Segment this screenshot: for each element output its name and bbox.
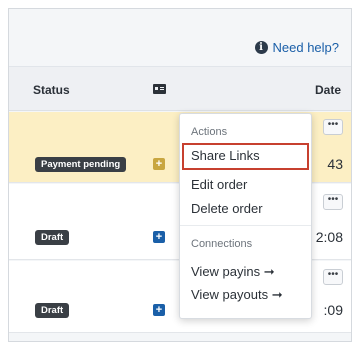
need-help-label: Need help? (272, 40, 340, 55)
id-card-icon (153, 84, 166, 94)
help-bar: i Need help? (9, 9, 351, 67)
status-badge: Draft (35, 230, 70, 245)
date-cell: 2:08 (315, 229, 343, 245)
menu-item-edit-order[interactable]: Edit order (191, 177, 247, 192)
row-more-button[interactable]: ••• (323, 119, 343, 135)
plus-icon[interactable]: + (153, 304, 165, 316)
row-more-button[interactable]: ••• (323, 269, 343, 285)
orders-panel: i Need help? Status Date ••• Payment pen… (8, 8, 352, 342)
menu-item-view-payins[interactable]: View payins ➞ (191, 264, 275, 280)
status-badge: Payment pending (35, 157, 127, 172)
table-header: Status Date (9, 67, 351, 111)
date-cell: 43 (327, 156, 343, 172)
menu-item-delete-order[interactable]: Delete order (191, 201, 263, 216)
menu-section-actions: Actions (191, 126, 228, 138)
menu-item-share-links[interactable]: Share Links (182, 143, 309, 170)
column-header-status[interactable]: Status (33, 83, 70, 97)
menu-item-view-payouts[interactable]: View payouts ➞ (191, 287, 283, 303)
menu-section-connections: Connections (191, 238, 253, 250)
plus-icon[interactable]: + (153, 231, 165, 243)
row-more-button[interactable]: ••• (323, 194, 343, 210)
date-cell: :09 (323, 302, 343, 318)
column-header-date[interactable]: Date (315, 83, 341, 97)
plus-icon[interactable]: + (153, 158, 165, 170)
need-help-link[interactable]: i Need help? (254, 40, 340, 55)
menu-divider (180, 225, 311, 226)
actions-dropdown-menu: Actions Share Links Edit order Delete or… (179, 113, 312, 319)
info-icon: i (254, 41, 268, 54)
menu-item-label: Share Links (191, 148, 260, 163)
status-badge: Draft (35, 303, 70, 318)
